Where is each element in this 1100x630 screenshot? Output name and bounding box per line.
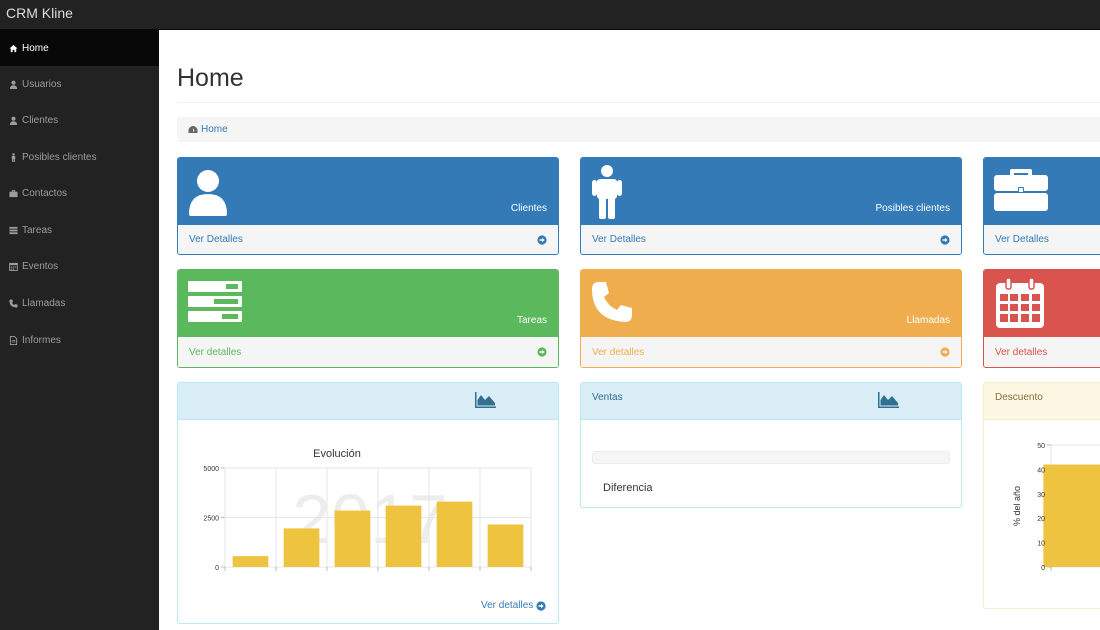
user-icon [8,79,18,89]
ver-detalles-label: Ver detalles [481,600,534,611]
chart-bar [487,524,524,567]
panel-label: Clientes [510,203,547,214]
details-link[interactable]: Ver Detalles [984,225,1100,254]
arrow-circle-right-icon [536,600,546,611]
y-tick-label: 10 [1037,541,1045,548]
calendar-icon [8,261,18,271]
details-link[interactable]: Ver Detalles [178,225,558,254]
phone-icon [8,298,18,308]
male-icon [8,152,18,162]
chart-bar [385,505,422,567]
y-tick-label: 0 [215,565,219,572]
sidebar-item-label: Clientes [22,114,59,126]
chart-bar [334,510,371,567]
chart-bar [283,528,320,567]
details-link-label: Ver Detalles [189,234,243,245]
phone-icon [591,281,633,328]
sidebar-item-contactos[interactable]: Contactos [0,175,159,211]
home-icon [8,43,18,53]
ventas-progress-bar [592,451,950,464]
details-link-label: Ver detalles [995,346,1048,358]
diferencia-label: Diferencia [603,482,653,494]
briefcase-icon [994,167,1048,216]
sidebar-item-label: Informes [22,334,61,346]
sidebar-item-informes[interactable]: Informes [0,322,159,358]
details-link[interactable]: Ver Detalles [581,225,961,254]
panel-eventos: Ver detalles [983,269,1100,368]
sidebar-item-clientes[interactable]: Clientes [0,102,159,138]
dashboard-icon [188,126,198,133]
sidebar-item-home[interactable]: Home [0,30,159,66]
sidebar-item-label: Contactos [22,187,68,199]
chart-bar [232,556,269,567]
chart-title: Evolución [313,448,361,460]
panel-clientes: Clientes Ver Detalles [177,157,559,255]
title-divider [177,102,1100,103]
chart-ylabel: % del año [1012,486,1022,526]
ventas-title: Ventas [592,392,623,403]
details-link[interactable]: Ver detalles [984,337,1100,367]
y-tick-label: 0 [1041,565,1045,572]
sidebar-item-eventos[interactable]: Eventos [0,248,159,284]
tasks-icon [8,225,18,235]
chart-bar [436,501,473,567]
sidebar-item-label: Home [22,42,49,54]
top-navbar: CRM Kline [0,0,1100,30]
sidebar: Home Usuarios Clientes Posibles clientes… [0,30,159,630]
briefcase-icon [8,188,18,198]
sidebar-item-posibles-clientes[interactable]: Posibles clientes [0,139,159,175]
panel-heading [178,383,558,420]
panel-label: Tareas [516,315,547,326]
evolucion-bar-chart: Evolución 2017 025005000 [203,448,532,572]
area-chart-icon[interactable] [474,391,497,409]
panel-tareas: Tareas Ver detalles [177,269,559,368]
sidebar-item-usuarios[interactable]: Usuarios [0,66,159,102]
calendar-icon [996,277,1044,333]
breadcrumb-home-link[interactable]: Home [201,124,228,135]
y-tick-label: 20 [1037,516,1045,523]
arrow-circle-right-icon [537,347,547,357]
sidebar-item-label: Llamadas [22,297,66,309]
details-link[interactable]: Ver detalles [581,337,961,367]
panel-label: Llamadas [906,315,950,326]
sidebar-item-label: Tareas [22,224,53,236]
details-link-label: Ver Detalles [592,234,646,245]
details-link-label: Ver detalles [189,346,242,358]
y-tick-label: 50 [1037,443,1045,450]
chart-bar [1043,464,1100,567]
tasks-icon [188,281,242,328]
app-brand[interactable]: CRM Kline [6,5,73,21]
male-icon [592,165,622,224]
arrow-circle-right-icon [537,234,547,245]
panel-heading: Ventas [581,383,961,420]
user-icon [8,115,18,125]
file-icon [8,335,18,345]
panel-heading: Descuento [984,383,1100,420]
sidebar-item-llamadas[interactable]: Llamadas [0,285,159,321]
y-tick-label: 30 [1037,492,1045,499]
y-tick-label: 5000 [203,466,219,473]
y-tick-label: 2500 [203,516,219,523]
details-link[interactable]: Ver detalles [178,337,558,367]
user-icon [188,168,228,221]
breadcrumb: Home [177,117,1100,142]
details-link-label: Ver detalles [592,346,645,358]
arrow-circle-right-icon [940,347,950,357]
page-title: Home [177,64,244,92]
panel-contactos: Ver Detalles [983,157,1100,255]
y-tick-label: 40 [1037,467,1045,474]
panel-llamadas: Llamadas Ver detalles [580,269,962,368]
sidebar-item-tareas[interactable]: Tareas [0,212,159,248]
sidebar-item-label: Posibles clientes [22,151,97,163]
sidebar-item-label: Usuarios [22,78,62,90]
sidebar-item-label: Eventos [22,260,59,272]
descuento-bar-chart: % del año 0 10 20 30 40 50 [1012,443,1100,572]
panel-label: Posibles clientes [875,203,950,214]
details-link-label: Ver Detalles [995,234,1049,245]
ver-detalles-link[interactable]: Ver detalles [481,600,546,611]
area-chart-icon[interactable] [877,391,900,409]
descuento-title: Descuento [995,392,1043,403]
arrow-circle-right-icon [940,234,950,245]
panel-posibles-clientes: Posibles clientes Ver Detalles [580,157,962,255]
